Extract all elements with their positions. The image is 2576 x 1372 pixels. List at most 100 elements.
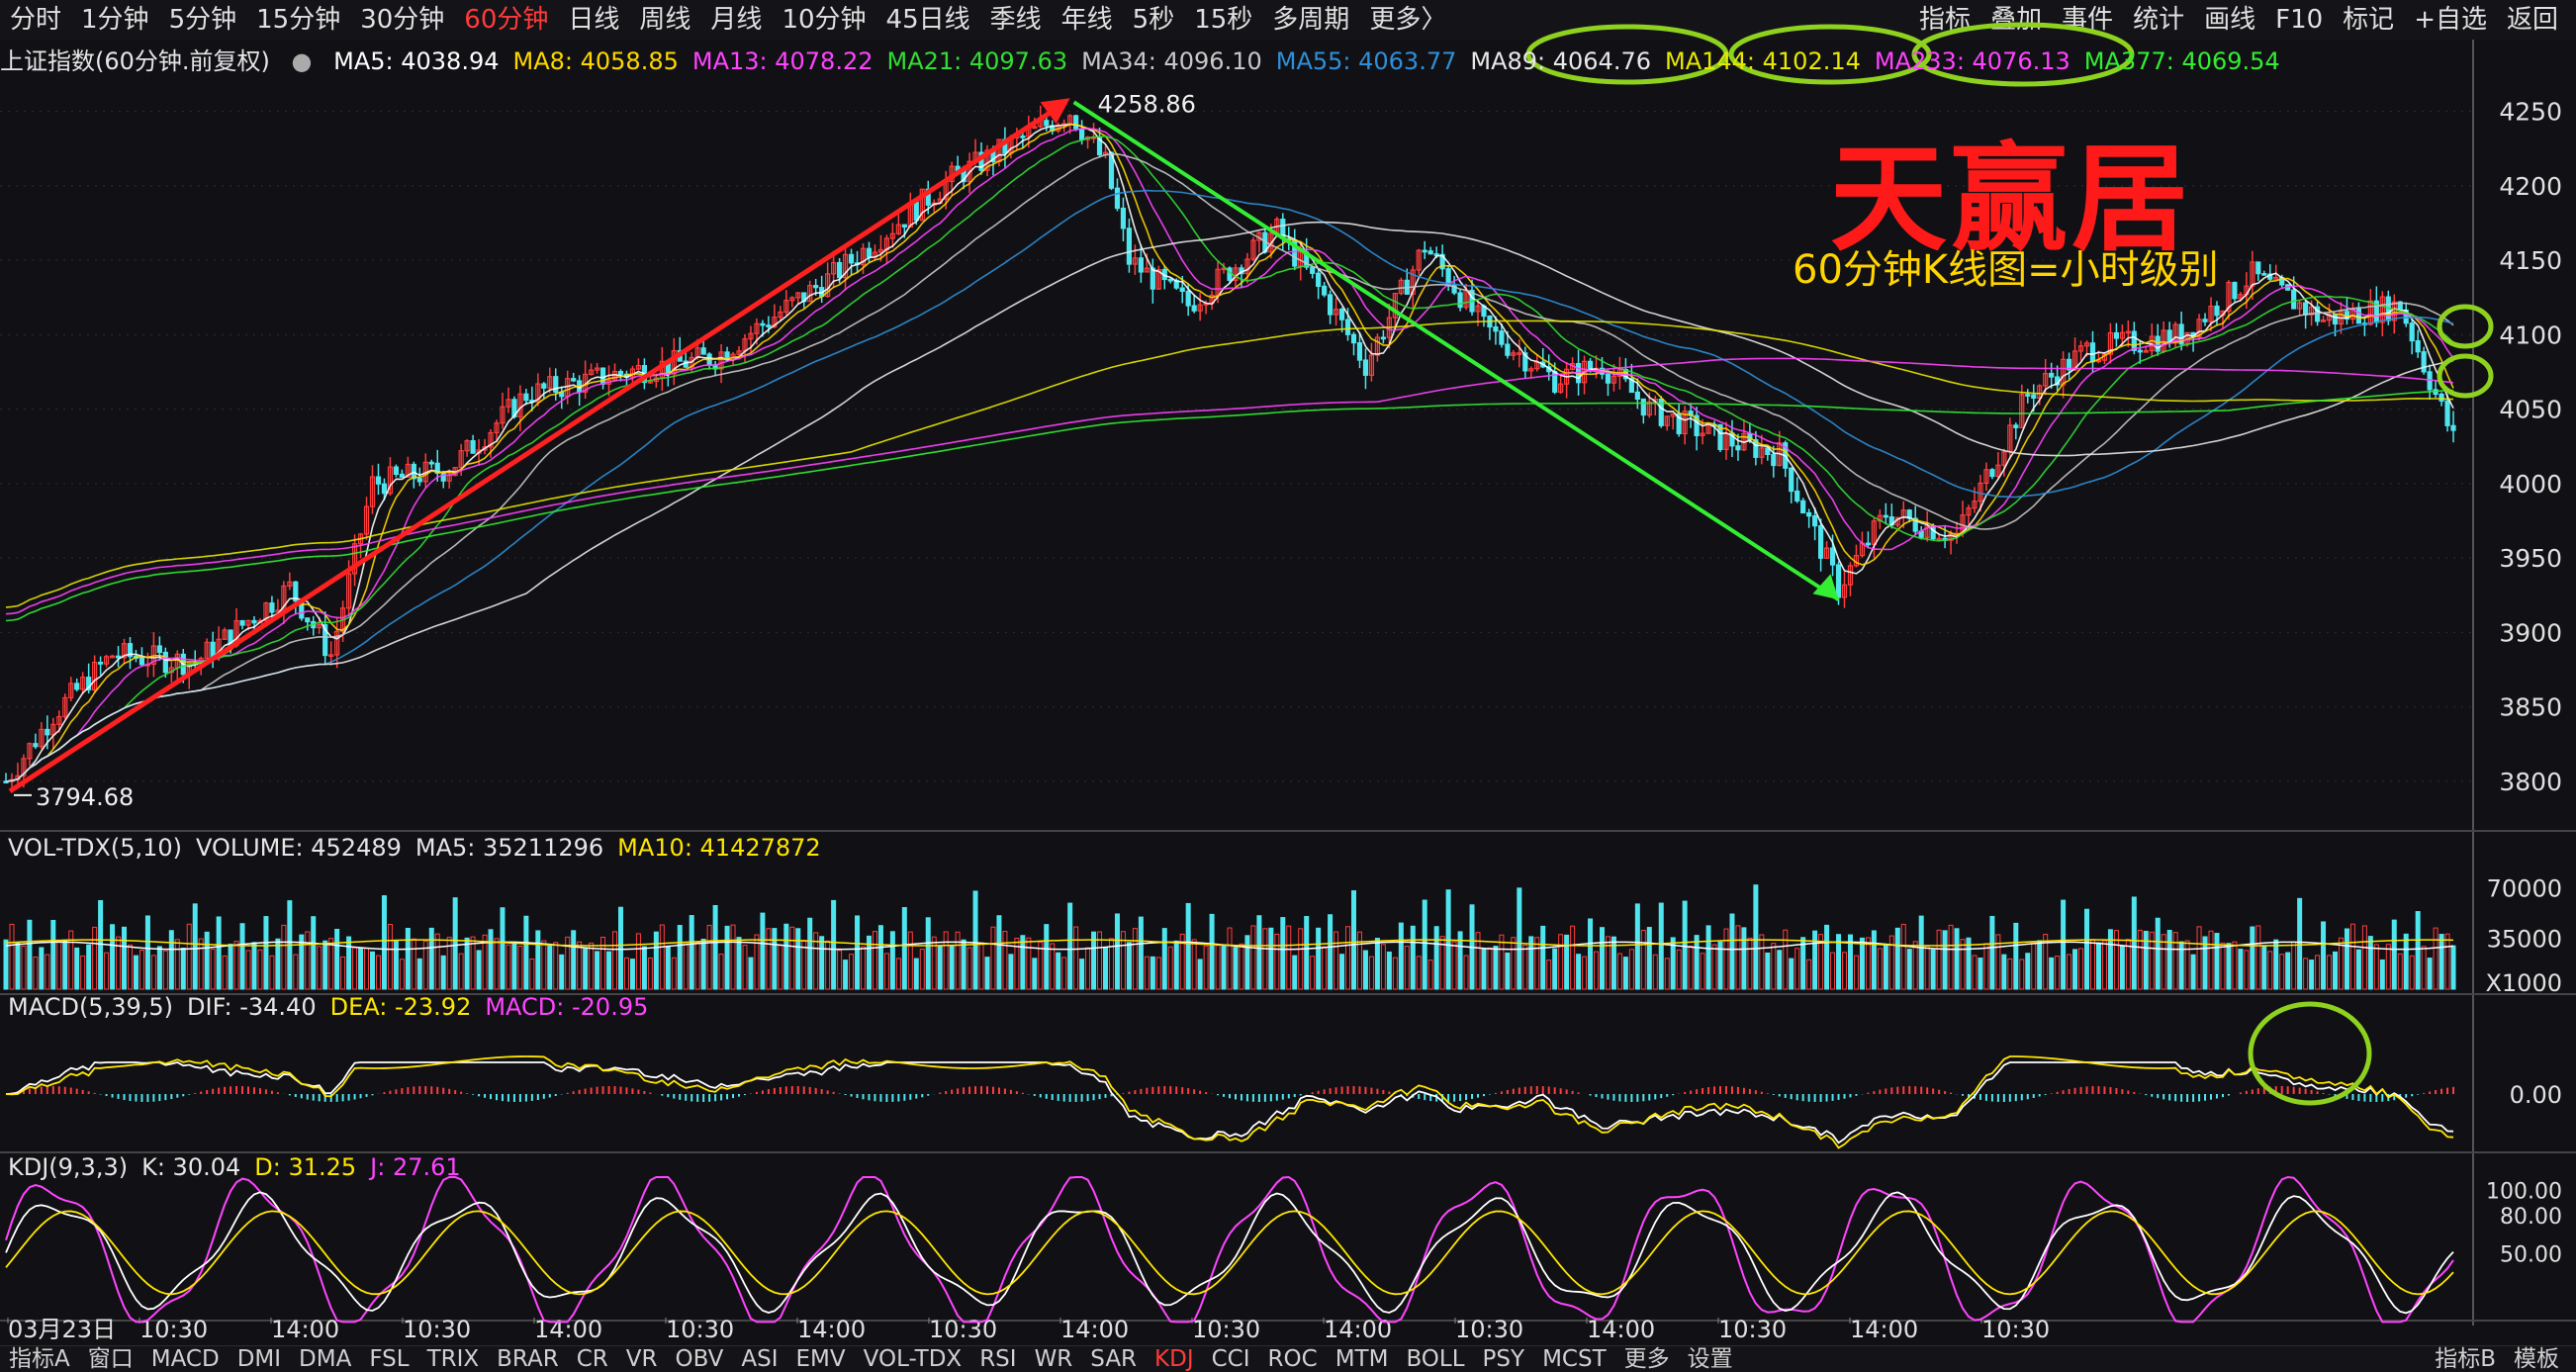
indicator-tab-4[interactable]: DMA: [290, 1346, 360, 1372]
y-tick-8: 4200: [2499, 172, 2562, 201]
indicator-tab-25[interactable]: 设置: [1679, 1346, 1742, 1372]
main-legend-item-9: MA377: 4069.54: [2083, 47, 2280, 75]
candle-body: [1179, 287, 1185, 293]
indicator-tab-24[interactable]: 更多: [1615, 1346, 1679, 1372]
volume-bar: [228, 944, 233, 990]
indicator-tab-20[interactable]: MTM: [1327, 1346, 1398, 1372]
kdj-legend: KDJ(9,3,3) K: 30.04 D: 31.25 J: 27.61: [8, 1153, 475, 1181]
candle-body: [837, 261, 843, 279]
indicator-right-button-0[interactable]: 指标B: [2426, 1346, 2505, 1372]
high-price-label: 4258.86: [1098, 90, 1196, 118]
volume-bar: [855, 915, 861, 990]
x-tick-11: 10:30: [1455, 1316, 1523, 1343]
candle-body: [162, 651, 168, 674]
candle-body: [115, 655, 122, 659]
volume-bar: [15, 942, 21, 990]
candle-body: [1328, 294, 1334, 316]
volume-bar: [133, 955, 138, 990]
indicator-toolbar: 指标A 窗口 MACD DMI DMA FSL TRIX BRAR CR VR OBV ASI EMV V…: [0, 1345, 2576, 1372]
volume-bar: [1197, 959, 1203, 990]
indicator-tab-23[interactable]: MCST: [1533, 1346, 1615, 1372]
indicator-tab-8[interactable]: CR: [568, 1346, 617, 1372]
indicator-tab-13[interactable]: VOL-TDX: [855, 1346, 971, 1372]
volume-bar: [1422, 899, 1427, 990]
candle-body: [2355, 308, 2362, 324]
indicator-tab-10[interactable]: OBV: [666, 1346, 732, 1372]
candle-body: [1191, 305, 1197, 312]
volume-bar: [2297, 897, 2303, 990]
volume-bar: [27, 919, 33, 990]
volume-bar: [1233, 947, 1239, 990]
volume-bar: [1705, 925, 1711, 990]
candle-body: [1735, 445, 1741, 451]
volume-bar: [2190, 954, 2196, 990]
volume-bar: [1646, 927, 1652, 990]
volume-bar: [2037, 940, 2043, 990]
indicator-tab-7[interactable]: BRAR: [488, 1346, 568, 1372]
indicator-tab-18[interactable]: CCI: [1203, 1346, 1259, 1372]
candle-body: [2202, 319, 2208, 322]
macd-legend-item-2: DEA: -23.92: [329, 993, 472, 1021]
indicator-tab-16[interactable]: SAR: [1081, 1346, 1146, 1372]
indicator-tab-2[interactable]: MACD: [142, 1346, 229, 1372]
volume-bar: [2261, 945, 2267, 990]
chart-subtitle: 60分钟K线图=小时级别: [1793, 247, 2219, 293]
indicator-tab-0[interactable]: 指标A: [0, 1346, 79, 1372]
candle-body: [1114, 187, 1121, 210]
indicator-tab-11[interactable]: ASI: [732, 1346, 786, 1372]
volume-bar: [1883, 944, 1888, 990]
candle-body: [399, 473, 405, 478]
volume-bar: [500, 907, 506, 990]
indicator-tab-14[interactable]: RSI: [970, 1346, 1025, 1372]
candle-body: [553, 376, 559, 393]
candle-body: [138, 657, 145, 666]
candle-body: [1350, 333, 1357, 344]
volume-bar: [1126, 942, 1132, 990]
volume-bar: [1351, 890, 1357, 990]
indicator-tab-12[interactable]: EMV: [787, 1346, 855, 1372]
indicator-tab-17[interactable]: KDJ: [1146, 1346, 1203, 1372]
indicator-tab-9[interactable]: VR: [617, 1346, 667, 1372]
volume-bar: [807, 917, 813, 990]
volume-bar: [2309, 960, 2315, 990]
volume-bar: [2214, 933, 2220, 990]
indicator-tab-22[interactable]: PSY: [1474, 1346, 1534, 1372]
volume-bar: [168, 930, 174, 990]
volume-bar: [1056, 952, 1061, 990]
volume-bar: [2238, 949, 2244, 990]
volume-bar: [440, 955, 446, 990]
main-legend-item-3: MA21: 4097.63: [886, 47, 1068, 75]
indicator-tab-19[interactable]: ROC: [1259, 1346, 1327, 1372]
volume-bar: [1173, 940, 1179, 990]
vol-legend-item-0: VOL-TDX(5,10): [8, 834, 183, 862]
candle-body: [1634, 391, 1640, 401]
volume-bar: [1634, 903, 1640, 990]
indicator-tab-5[interactable]: FSL: [360, 1346, 417, 1372]
indicator-tab-21[interactable]: BOLL: [1397, 1346, 1473, 1372]
candle-body: [700, 347, 706, 355]
volume-bar: [937, 945, 943, 990]
indicator-tab-15[interactable]: WR: [1026, 1346, 1082, 1372]
main-legend-item-4: MA34: 4096.10: [1081, 47, 1262, 75]
volume-bar: [2355, 949, 2361, 990]
candle-body: [1493, 325, 1499, 332]
volume-bar: [772, 928, 778, 990]
volume-bar: [476, 950, 482, 990]
volume-bar: [263, 916, 269, 990]
candle-body: [2291, 289, 2297, 310]
y-tick-6: 4100: [2499, 320, 2562, 349]
volume-bar: [689, 915, 694, 990]
volume-bar: [2166, 929, 2172, 990]
volume-bar: [122, 926, 128, 990]
volume-bar: [98, 899, 104, 990]
volume-bar: [1316, 927, 1322, 990]
indicator-right-button-1[interactable]: 模板: [2505, 1346, 2568, 1372]
volume-bar: [1185, 902, 1191, 990]
x-tick-0: 03月23日: [8, 1316, 116, 1343]
x-tick-1: 10:30: [139, 1316, 208, 1343]
volume-bar: [523, 915, 529, 990]
volume-bar: [1777, 950, 1783, 990]
indicator-tab-3[interactable]: DMI: [229, 1346, 290, 1372]
indicator-tab-1[interactable]: 窗口: [79, 1346, 142, 1372]
indicator-tab-6[interactable]: TRIX: [418, 1346, 489, 1372]
